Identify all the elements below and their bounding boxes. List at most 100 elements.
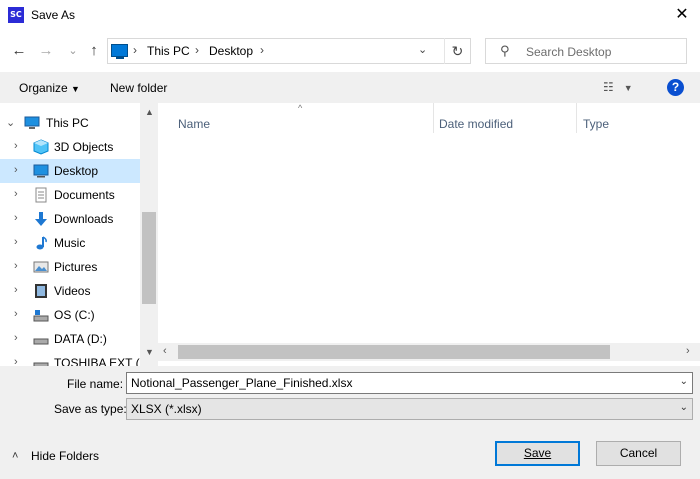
view-options-button[interactable]: ☷ ▼ — [603, 77, 641, 97]
new-folder-button[interactable]: New folder — [110, 81, 167, 95]
breadcrumb-this-pc[interactable]: This PC — [147, 44, 190, 58]
this-pc-icon — [111, 44, 128, 59]
save-options-panel: File name: Notional_Passenger_Plane_Fini… — [0, 366, 700, 479]
back-button[interactable]: ← — [9, 40, 29, 62]
tree-label: Videos — [54, 284, 91, 298]
pictures-icon — [33, 261, 49, 273]
address-dropdown-icon[interactable]: ⌄ — [418, 43, 427, 56]
expand-arrow-icon[interactable]: › — [14, 260, 18, 272]
tree-label: DATA (D:) — [54, 332, 107, 346]
scroll-down-arrow-icon[interactable]: ▼ — [145, 347, 154, 357]
chevron-down-icon[interactable]: ⌄ — [680, 376, 688, 387]
details-view-icon: ☷ — [603, 80, 614, 94]
sort-ascending-icon: ^ — [298, 103, 303, 113]
drive-icon — [33, 362, 49, 366]
window-title: Save As — [31, 8, 76, 22]
scroll-right-arrow-icon[interactable]: › — [686, 345, 690, 357]
chevron-down-icon: ▼ — [71, 84, 80, 94]
computer-icon — [24, 116, 40, 129]
expand-arrow-icon[interactable]: › — [14, 356, 18, 366]
expand-arrow-icon[interactable]: › — [14, 284, 18, 296]
tree-label: Pictures — [54, 260, 98, 274]
expand-arrow-icon[interactable]: › — [14, 236, 18, 248]
refresh-button[interactable]: ↻ — [444, 38, 470, 64]
column-header-name[interactable]: Name — [178, 117, 210, 131]
tree-item-data-d[interactable]: › DATA (D:) — [0, 327, 140, 351]
expand-arrow-icon[interactable]: › — [14, 164, 18, 176]
tree-label: Music — [54, 236, 86, 250]
chevron-up-icon[interactable]: ˄ — [12, 450, 18, 462]
hide-folders-button[interactable]: Hide Folders — [31, 449, 99, 463]
videos-icon — [35, 284, 47, 298]
help-button[interactable]: ? — [667, 79, 684, 96]
drive-icon — [33, 338, 49, 345]
column-divider[interactable] — [433, 103, 434, 133]
column-divider[interactable] — [576, 103, 577, 133]
save-as-type-select[interactable]: XLSX (*.xlsx) ⌄ — [126, 398, 693, 420]
breadcrumb-separator: › — [195, 43, 199, 57]
horizontal-scrollbar-thumb[interactable] — [178, 345, 610, 359]
tree-item-videos[interactable]: › Videos — [0, 279, 140, 303]
search-box[interactable]: ⚲ Search Desktop — [485, 38, 687, 64]
search-input[interactable]: Search Desktop — [526, 45, 611, 59]
file-list[interactable]: ^ Name Date modified Type — [158, 103, 700, 366]
tree-item-pictures[interactable]: › Pictures — [0, 255, 140, 279]
close-button[interactable]: ✕ — [670, 4, 694, 28]
save-button[interactable]: Save — [495, 441, 580, 466]
desktop-icon — [33, 164, 49, 178]
scroll-up-arrow-icon[interactable]: ▲ — [145, 107, 154, 117]
chevron-down-icon[interactable]: ⌄ — [680, 402, 688, 413]
tree-item-desktop[interactable]: › Desktop — [0, 159, 140, 183]
title-bar: SC Save As ✕ — [0, 0, 700, 31]
recent-locations-button[interactable]: ⌄ — [63, 40, 83, 62]
tree-item-3d-objects[interactable]: › 3D Objects — [0, 135, 140, 159]
tree-item-downloads[interactable]: › Downloads — [0, 207, 140, 231]
breadcrumb-desktop[interactable]: Desktop — [209, 44, 253, 58]
expand-arrow-icon[interactable]: › — [14, 188, 18, 200]
tree-item-toshiba-ext[interactable]: › TOSHIBA EXT (E:) — [0, 351, 155, 366]
breadcrumb-separator: › — [260, 43, 264, 57]
column-header-date-modified[interactable]: Date modified — [439, 117, 513, 131]
tree-label: 3D Objects — [54, 140, 114, 154]
tree-label: This PC — [46, 116, 89, 130]
3d-objects-icon — [33, 139, 49, 155]
navigation-scrollbar-thumb[interactable] — [142, 212, 156, 304]
file-name-label: File name: — [67, 377, 124, 391]
drive-icon — [33, 310, 49, 322]
tree-item-documents[interactable]: › Documents — [0, 183, 140, 207]
documents-icon — [35, 187, 47, 203]
organize-label: Organize — [19, 81, 68, 95]
scroll-left-arrow-icon[interactable]: ‹ — [163, 345, 167, 357]
save-as-type-label: Save as type: — [54, 402, 127, 416]
tree-label: Downloads — [54, 212, 114, 226]
navigation-pane[interactable]: ⌄ This PC › 3D Objects › Desktop › Docum… — [0, 103, 158, 366]
tree-item-music[interactable]: › Music — [0, 231, 140, 255]
save-as-type-value: XLSX (*.xlsx) — [131, 402, 202, 416]
forward-button[interactable]: → — [36, 40, 56, 62]
command-bar: Organize ▼ New folder ☷ ▼ ? — [0, 72, 700, 103]
tree-item-this-pc[interactable]: ⌄ This PC — [0, 111, 140, 135]
save-button-label: Save — [523, 446, 552, 460]
app-icon: SC — [8, 7, 24, 23]
file-list-horizontal-scrollbar[interactable]: ‹ › — [158, 343, 700, 361]
expand-arrow-icon[interactable]: › — [14, 308, 18, 320]
tree-label: OS (C:) — [54, 308, 95, 322]
expand-arrow-icon[interactable]: › — [14, 212, 18, 224]
tree-label: Desktop — [54, 164, 99, 178]
downloads-icon — [35, 212, 47, 226]
expand-arrow-icon[interactable]: › — [14, 332, 18, 344]
chevron-down-icon: ▼ — [623, 83, 633, 93]
music-icon — [36, 236, 47, 250]
expand-arrow-icon[interactable]: › — [14, 140, 18, 152]
organize-menu[interactable]: Organize ▼ — [19, 81, 80, 95]
address-bar[interactable]: › This PC › Desktop › ⌄ ↻ — [107, 38, 471, 64]
column-header-type[interactable]: Type — [583, 117, 609, 131]
tree-item-os-c[interactable]: › OS (C:) — [0, 303, 140, 327]
up-button[interactable]: ↑ — [84, 40, 104, 62]
file-name-value: Notional_Passenger_Plane_Finished.xlsx — [131, 376, 353, 390]
breadcrumb-separator: › — [133, 43, 137, 57]
cancel-button[interactable]: Cancel — [596, 441, 681, 466]
expand-arrow-icon[interactable]: ⌄ — [6, 116, 15, 129]
search-icon: ⚲ — [500, 43, 510, 58]
file-name-input[interactable]: Notional_Passenger_Plane_Finished.xlsx ⌄ — [126, 372, 693, 394]
